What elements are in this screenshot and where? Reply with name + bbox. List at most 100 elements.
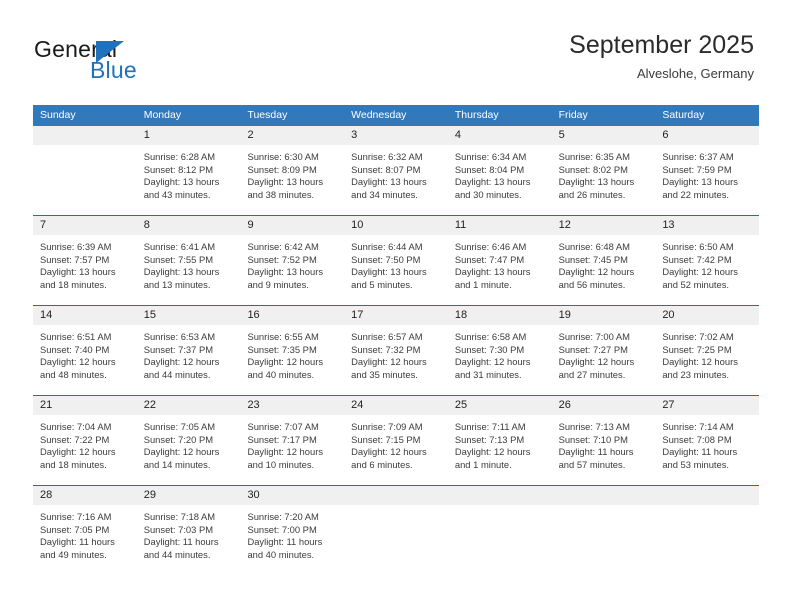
sunrise-text: Sunrise: 7:11 AM <box>454 421 526 432</box>
daylight-text-line1: Daylight: 13 hours <box>351 266 427 278</box>
day-number: 4 <box>447 126 552 145</box>
sunset-text: Sunset: 7:08 PM <box>662 433 732 445</box>
sunset-text: Sunset: 7:25 PM <box>662 343 732 355</box>
day-cell[interactable]: 21 Sunrise: 7:04 AM Sunset: 7:22 PM Dayligh… <box>33 396 137 485</box>
day-cell[interactable]: 12 Sunrise: 6:48 AM Sunset: 7:45 PM Dayligh… <box>551 216 656 305</box>
day-number: 7 <box>33 216 137 235</box>
sunset-text: Sunset: 7:17 PM <box>247 433 317 445</box>
daylight-text-line2: and 30 minutes. <box>454 188 522 200</box>
day-cell[interactable]: 1 Sunrise: 6:28 AM Sunset: 8:12 PM Daylight… <box>136 126 241 215</box>
weekday-header-sunday: Sunday <box>40 109 76 121</box>
day-cell[interactable]: 10 Sunrise: 6:44 AM Sunset: 7:50 PM Dayligh… <box>344 216 448 305</box>
day-cell[interactable]: 19 Sunrise: 7:00 AM Sunset: 7:27 PM Dayligh… <box>551 306 656 395</box>
sunrise-text: Sunrise: 7:16 AM <box>40 511 112 522</box>
day-cell[interactable]: 2 Sunrise: 6:30 AM Sunset: 8:09 PM Daylight… <box>240 126 345 215</box>
sunset-text: Sunset: 7:47 PM <box>454 253 525 265</box>
day-details: Sunrise: 6:58 AM Sunset: 7:30 PM Daylight:… <box>448 325 552 381</box>
day-cell[interactable]: 30 Sunrise: 7:20 AM Sunset: 7:00 PM Dayligh… <box>240 486 345 575</box>
daylight-text-line1: Daylight: 12 hours <box>40 356 116 368</box>
daylight-text-line2: and 38 minutes. <box>247 188 315 200</box>
sunrise-text: Sunrise: 6:41 AM <box>143 241 216 252</box>
sunset-text: Sunset: 8:12 PM <box>143 163 214 175</box>
sunrise-text: Sunrise: 6:50 AM <box>662 241 734 252</box>
daylight-text-line1: Daylight: 12 hours <box>40 446 116 458</box>
day-details: Sunrise: 7:14 AM Sunset: 7:08 PM Daylight:… <box>655 415 759 471</box>
day-cell[interactable]: 9 Sunrise: 6:42 AM Sunset: 7:52 PM Daylight… <box>240 216 345 305</box>
sunrise-text: Sunrise: 6:46 AM <box>454 241 527 252</box>
day-number: 25 <box>447 396 552 415</box>
day-details: Sunrise: 7:13 AM Sunset: 7:10 PM Daylight:… <box>552 415 656 471</box>
sunrise-text: Sunrise: 6:58 AM <box>454 331 527 342</box>
daylight-text-line2: and 56 minutes. <box>558 278 626 290</box>
daylight-text-line1: Daylight: 13 hours <box>247 176 324 188</box>
daylight-text-line2: and 35 minutes. <box>351 368 418 380</box>
day-number <box>551 486 656 505</box>
day-cell[interactable]: 28 Sunrise: 7:16 AM Sunset: 7:05 PM Dayligh… <box>33 486 137 575</box>
day-cell[interactable]: 18 Sunrise: 6:58 AM Sunset: 7:30 PM Dayligh… <box>447 306 552 395</box>
daylight-text-line2: and 13 minutes. <box>143 278 211 290</box>
day-number <box>655 486 760 505</box>
daylight-text-line2: and 18 minutes. <box>40 458 107 470</box>
day-number: 21 <box>33 396 137 415</box>
day-details: Sunrise: 7:16 AM Sunset: 7:05 PM Daylight:… <box>33 505 137 561</box>
sunrise-text: Sunrise: 7:02 AM <box>662 331 734 342</box>
day-cell[interactable]: 22 Sunrise: 7:05 AM Sunset: 7:20 PM Dayligh… <box>136 396 241 485</box>
day-cell[interactable]: 11 Sunrise: 6:46 AM Sunset: 7:47 PM Dayligh… <box>447 216 552 305</box>
day-cell[interactable]: 15 Sunrise: 6:53 AM Sunset: 7:37 PM Dayligh… <box>136 306 241 395</box>
sunrise-text: Sunrise: 6:42 AM <box>247 241 319 252</box>
daylight-text-line2: and 23 minutes. <box>662 368 730 380</box>
day-cell[interactable]: 6 Sunrise: 6:37 AM Sunset: 7:59 PM Daylight… <box>655 126 760 215</box>
calendar-week-row: 7 Sunrise: 6:39 AM Sunset: 7:57 PM Daylight… <box>33 215 760 305</box>
day-number: 24 <box>344 396 448 415</box>
weekday-header-wednesday: Wednesday <box>351 109 407 121</box>
sunset-text: Sunset: 7:52 PM <box>247 253 317 265</box>
calendar-weeks: 1 Sunrise: 6:28 AM Sunset: 8:12 PM Daylight… <box>33 126 760 575</box>
day-cell[interactable]: 17 Sunrise: 6:57 AM Sunset: 7:32 PM Dayligh… <box>344 306 448 395</box>
daylight-text-line2: and 22 minutes. <box>662 188 730 200</box>
day-cell[interactable]: 25 Sunrise: 7:11 AM Sunset: 7:13 PM Dayligh… <box>447 396 552 485</box>
day-cell[interactable]: 5 Sunrise: 6:35 AM Sunset: 8:02 PM Daylight… <box>551 126 656 215</box>
day-cell[interactable]: 24 Sunrise: 7:09 AM Sunset: 7:15 PM Dayligh… <box>344 396 448 485</box>
daylight-text-line1: Daylight: 12 hours <box>662 356 738 368</box>
day-number <box>447 486 552 505</box>
day-cell[interactable]: 27 Sunrise: 7:14 AM Sunset: 7:08 PM Dayligh… <box>655 396 760 485</box>
day-number: 23 <box>240 396 345 415</box>
day-details: Sunrise: 7:02 AM Sunset: 7:25 PM Daylight:… <box>655 325 759 381</box>
day-cell[interactable]: 8 Sunrise: 6:41 AM Sunset: 7:55 PM Daylight… <box>136 216 241 305</box>
weekday-header-friday: Friday <box>558 109 588 121</box>
day-number: 20 <box>655 306 760 325</box>
sunset-text: Sunset: 7:59 PM <box>662 163 732 175</box>
day-cell[interactable]: 7 Sunrise: 6:39 AM Sunset: 7:57 PM Daylight… <box>33 216 137 305</box>
day-cell[interactable]: 13 Sunrise: 6:50 AM Sunset: 7:42 PM Dayligh… <box>655 216 760 305</box>
sunrise-text: Sunrise: 6:39 AM <box>40 241 112 252</box>
day-cell[interactable]: 4 Sunrise: 6:34 AM Sunset: 8:04 PM Daylight… <box>447 126 552 215</box>
calendar-week-row: 21 Sunrise: 7:04 AM Sunset: 7:22 PM Dayligh… <box>33 395 760 485</box>
day-cell[interactable]: 20 Sunrise: 7:02 AM Sunset: 7:25 PM Dayligh… <box>655 306 760 395</box>
sunrise-text: Sunrise: 6:44 AM <box>351 241 423 252</box>
day-cell[interactable]: 16 Sunrise: 6:55 AM Sunset: 7:35 PM Dayligh… <box>240 306 345 395</box>
daylight-text-line2: and 31 minutes. <box>454 368 522 380</box>
day-cell[interactable]: 26 Sunrise: 7:13 AM Sunset: 7:10 PM Dayligh… <box>551 396 656 485</box>
day-details: Sunrise: 6:42 AM Sunset: 7:52 PM Daylight:… <box>240 235 344 291</box>
sunset-text: Sunset: 7:20 PM <box>143 433 214 445</box>
day-cell[interactable]: 14 Sunrise: 6:51 AM Sunset: 7:40 PM Dayligh… <box>33 306 137 395</box>
sunrise-text: Sunrise: 6:32 AM <box>351 151 423 162</box>
daylight-text-line2: and 57 minutes. <box>558 458 626 470</box>
sunrise-text: Sunrise: 6:34 AM <box>454 151 527 162</box>
sunrise-text: Sunrise: 6:55 AM <box>247 331 319 342</box>
day-details: Sunrise: 7:20 AM Sunset: 7:00 PM Daylight:… <box>240 505 344 561</box>
day-details: Sunrise: 6:53 AM Sunset: 7:37 PM Daylight:… <box>137 325 241 381</box>
day-cell[interactable]: 23 Sunrise: 7:07 AM Sunset: 7:17 PM Dayligh… <box>240 396 345 485</box>
daylight-text-line1: Daylight: 13 hours <box>247 266 324 278</box>
daylight-text-line2: and 6 minutes. <box>351 458 413 470</box>
calendar-page: General Blue September 2025 Alveslohe, G… <box>0 0 792 612</box>
day-number: 17 <box>344 306 448 325</box>
day-details: Sunrise: 6:39 AM Sunset: 7:57 PM Daylight:… <box>33 235 137 291</box>
sunrise-text: Sunrise: 6:53 AM <box>143 331 216 342</box>
day-number: 6 <box>655 126 760 145</box>
general-blue-logo[interactable]: General Blue <box>34 36 234 88</box>
weekday-header-thursday: Thursday <box>454 109 499 121</box>
day-cell[interactable]: 29 Sunrise: 7:18 AM Sunset: 7:03 PM Dayligh… <box>136 486 241 575</box>
day-cell[interactable]: 3 Sunrise: 6:32 AM Sunset: 8:07 PM Daylight… <box>344 126 448 215</box>
sunrise-text: Sunrise: 7:00 AM <box>558 331 630 342</box>
